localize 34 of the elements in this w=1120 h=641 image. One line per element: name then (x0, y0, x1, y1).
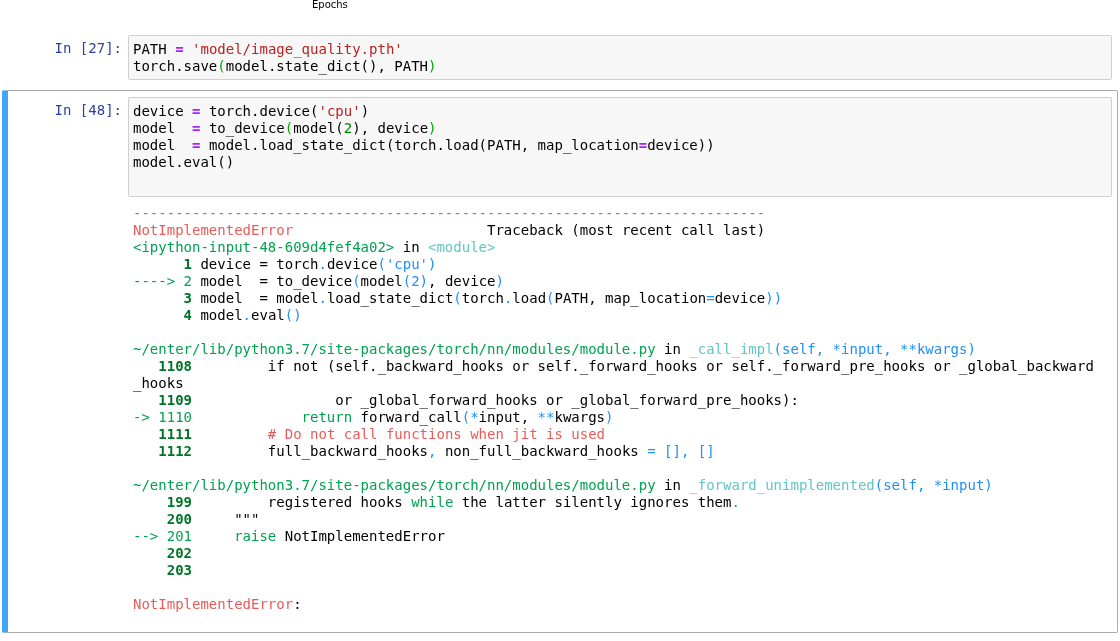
cell-prompt: In [48]: (54, 102, 122, 120)
traceback-line: _hooks (133, 375, 184, 392)
traceback-line: 4 model.eval() (182, 307, 302, 324)
code-input[interactable]: PATH = 'model/image_quality.pth' torch.save(model.state_dict(), PATH) (128, 35, 1112, 80)
traceback-line: 203 (165, 562, 192, 579)
notebook-cell[interactable]: In [27]: PATH = 'model/image_quality.pth' torch.save(model.state_dict(), PATH) (2, 28, 1118, 87)
code-line: model = model.load_state_dict(torch.load(PATH, map_location=device)) (133, 137, 715, 154)
cell-prompt: In [27]: (54, 40, 122, 58)
traceback-line: 199 registered hooks while the latter silently ignores them. (165, 494, 740, 511)
traceback-line: NotImplementedError: (133, 596, 302, 613)
traceback-line: <ipython-input-48-609d4fef4a02> in <module> (133, 239, 496, 256)
code-input[interactable]: device = torch.device('cpu') model = to_device(model(2), device) model = model.load_state_dict(torch.load(PATH, map_location=device)) model.eval() (128, 97, 1112, 197)
code-line: model.eval() (133, 154, 235, 171)
code-line: PATH = 'model/image_quality.pth' (133, 41, 403, 58)
traceback-line: 1111 # Do not call functions when jit is used (157, 426, 606, 443)
code-line: model = to_device(model(2), device) (133, 120, 437, 137)
traceback-line: 1109 or _global_forward_hooks or _global_forward_pre_hooks): (157, 392, 799, 409)
traceback-line: --> 201 raise NotImplementedError (133, 528, 445, 545)
traceback-line: 1108 if not (self._backward_hooks or self._forward_hooks or self._forward_pre_hooks or _global_backward (157, 358, 1094, 375)
code-line: torch.save(model.state_dict(), PATH) (133, 58, 437, 75)
notebook-cell[interactable] (2, 90, 1118, 633)
traceback-line: 1112 full_backward_hooks, non_full_backward_hooks = [], [] (157, 443, 715, 460)
traceback-line: 202 (165, 545, 192, 562)
traceback-line: 1 device = torch.device('cpu') (182, 256, 437, 273)
traceback-line: ~/enter/lib/python3.7/site-packages/torch/nn/modules/module.py in _call_impl(self, *input, **kwargs) (133, 341, 976, 358)
traceback-line: 200 """ (165, 511, 260, 528)
chart-axis-label: Epochs (312, 0, 349, 10)
traceback-line: ----> 2 model = to_device(model(2), device) (133, 273, 504, 290)
traceback-line: --------------------------------------------------------------------------- (133, 205, 766, 222)
traceback-line: -> 1110 return forward_call(*input, **kwargs) (133, 409, 614, 426)
traceback-line: NotImplementedError Traceback (most recent call last) (133, 222, 766, 239)
code-line: device = torch.device('cpu') (133, 103, 370, 120)
traceback-line: 3 model = model.load_state_dict(torch.load(PATH, map_location=device)) (182, 290, 783, 307)
traceback-line: ~/enter/lib/python3.7/site-packages/torch/nn/modules/module.py in _forward_unimplemented(self, *input) (133, 477, 993, 494)
